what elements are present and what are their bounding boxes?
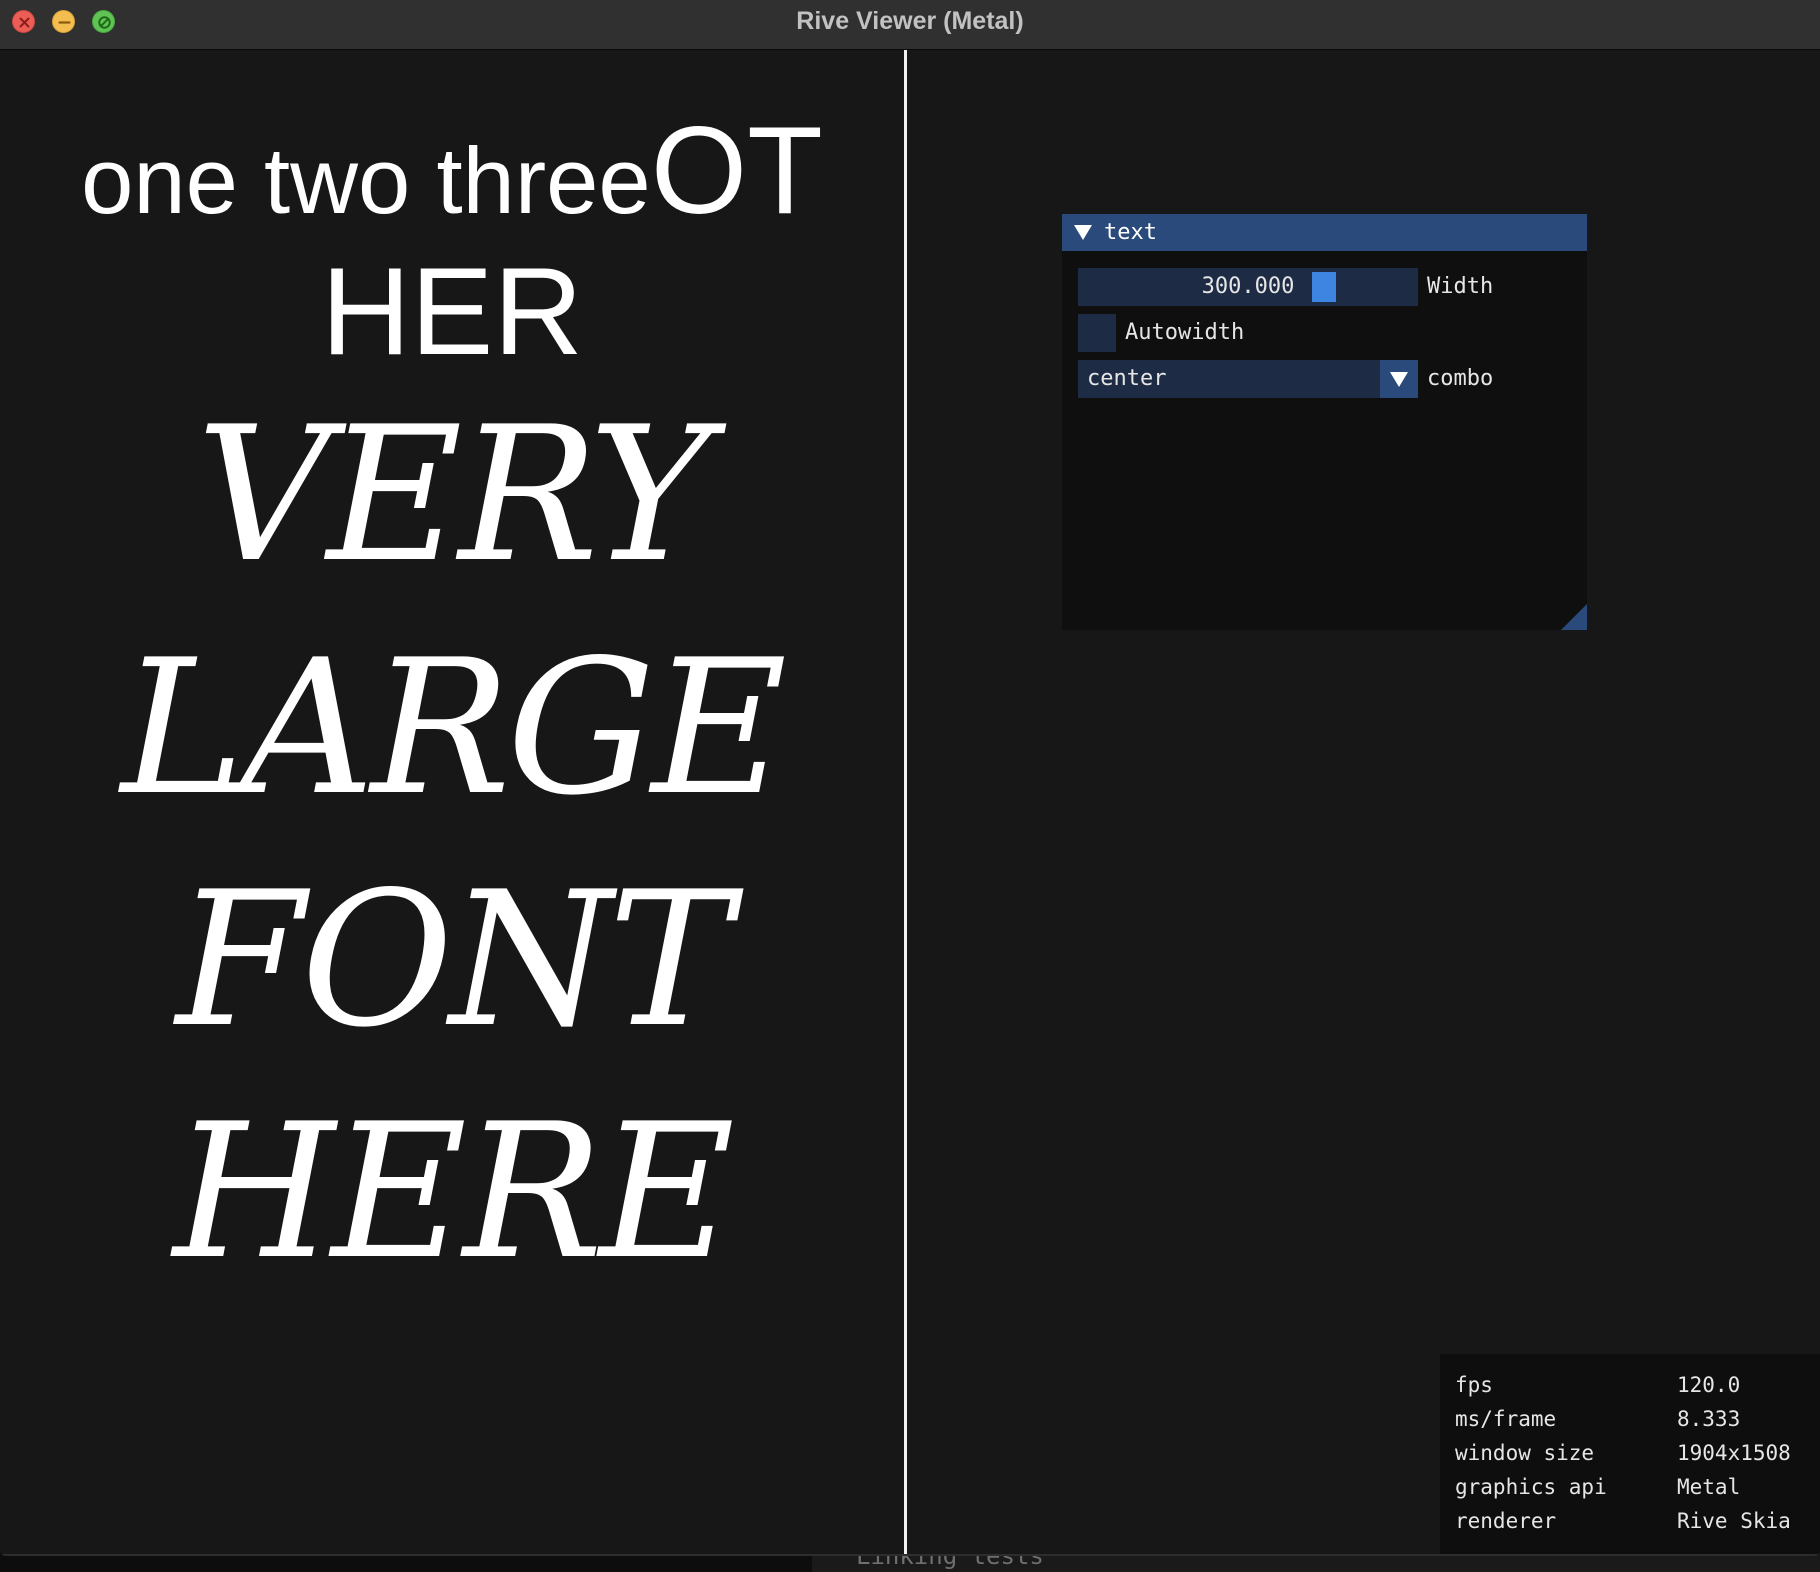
stat-key: fps (1455, 1373, 1493, 1397)
combo-dropdown-button[interactable] (1380, 360, 1418, 398)
window-title: Rive Viewer (Metal) (796, 7, 1024, 35)
text-line-1-small: one two three (81, 128, 651, 233)
text-line-2: HER (321, 243, 583, 381)
stats-overlay: fps 120.0 ms/frame 8.333 window size 190… (1440, 1354, 1820, 1556)
stat-key: renderer (1455, 1509, 1557, 1533)
width-slider[interactable]: 300.000 (1078, 268, 1418, 306)
serif-line-large: LARGE (120, 619, 787, 836)
stat-row-graphics-api: graphics api Metal (1440, 1470, 1820, 1504)
text-line-1-big: OT (650, 102, 823, 240)
chevron-down-icon (1390, 372, 1408, 387)
stat-value: 120.0 (1677, 1373, 1741, 1397)
stat-key: graphics api (1455, 1475, 1607, 1499)
title-bar[interactable]: Rive Viewer (Metal) (0, 0, 1820, 50)
serif-line-font: FONT (175, 851, 732, 1068)
width-label: Width (1427, 274, 1494, 299)
combo-selected-value: center (1087, 366, 1167, 391)
stat-key: ms/frame (1455, 1407, 1557, 1431)
width-slider-value: 300.000 (1201, 274, 1295, 299)
stat-row-ms-frame: ms/frame 8.333 (1440, 1402, 1820, 1436)
imgui-text-panel: text 300.000 Width Autowidth center comb… (1062, 214, 1587, 630)
panel-title: text (1104, 220, 1157, 245)
alignment-combo[interactable]: center (1078, 360, 1418, 398)
autowidth-label: Autowidth (1125, 320, 1245, 345)
stat-value: Rive Skia (1677, 1509, 1791, 1533)
stat-key: window size (1455, 1441, 1595, 1465)
collapse-arrow-icon[interactable] (1074, 225, 1092, 240)
stat-row-fps: fps 120.0 (1440, 1368, 1820, 1402)
stat-row-window-size: window size 1904x1508 (1440, 1436, 1820, 1470)
width-slider-grab[interactable] (1312, 272, 1336, 302)
stat-row-renderer: renderer Rive Skia (1440, 1504, 1820, 1538)
stat-value: Metal (1677, 1475, 1741, 1499)
window-bottom-border (0, 1554, 1820, 1556)
app-window: Rive Viewer (Metal) one two threeOT HER … (0, 0, 1820, 1556)
serif-line-here: HERE (173, 1083, 735, 1300)
stat-value: 8.333 (1677, 1407, 1741, 1431)
autowidth-checkbox[interactable] (1078, 314, 1116, 352)
combo-label: combo (1427, 366, 1494, 391)
panel-header[interactable]: text (1062, 214, 1587, 251)
text-line-1: one two threeOT (0, 100, 904, 240)
panel-resize-grip[interactable] (1561, 604, 1587, 630)
serif-line-very: VERY (196, 386, 711, 603)
rive-canvas-left[interactable]: one two threeOT HER VERY LARGE FONT HERE (0, 50, 904, 1556)
stat-value: 1904x1508 (1677, 1441, 1791, 1465)
